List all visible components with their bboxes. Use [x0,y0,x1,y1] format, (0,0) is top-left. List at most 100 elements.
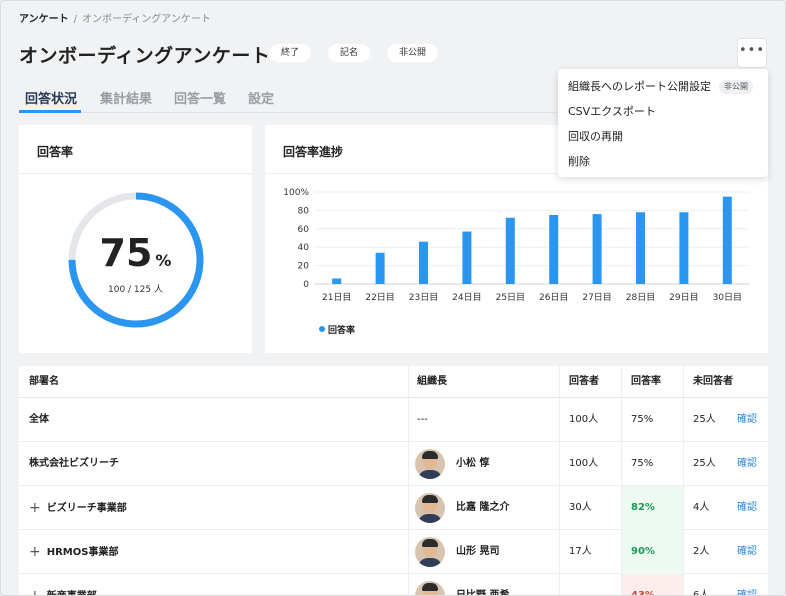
legend-dot [319,326,325,332]
bar [679,212,689,284]
department-name: + HRMOS事業部 [29,530,118,574]
bar [549,215,559,284]
x-tick-label: 23日目 [409,292,438,303]
rate-number: 75 [99,231,153,275]
expand-icon[interactable]: + [29,530,41,574]
active-tab-indicator [19,110,81,113]
y-tick-label: 40 [298,243,310,253]
expand-icon[interactable]: + [29,574,41,595]
leader-name: 山形 晃司 [456,546,500,557]
breadcrumb-current: オンボーディングアンケート [81,14,211,25]
tab-response-list[interactable]: 回答一覧 [174,88,226,107]
menu-item-csv-export[interactable]: CSVエクスポート [568,103,656,119]
x-tick-label: 26日目 [539,292,568,303]
x-tick-label: 28日目 [626,292,655,303]
response-rate: 75% [631,458,654,469]
confirm-link[interactable]: 確認 [737,398,757,442]
department-label: ビズリーチ事業部 [46,503,127,514]
tab-aggregate-results[interactable]: 集計結果 [100,88,152,107]
leader-name: 比嘉 隆之介 [456,502,510,513]
named-badge: 記名 [328,44,371,62]
y-tick-label: 60 [298,225,310,235]
department-label: 新商事業部 [47,591,97,595]
more-options-button[interactable]: ••• [737,38,767,68]
header-response-rate: 回答率 [631,376,661,387]
bar [636,212,645,284]
table-row: + 新商事業部 日比野 亜希 43% 6人 確認 [19,574,768,596]
menu-item-reopen-collection[interactable]: 回収の再開 [568,128,623,144]
department-name: + 新商事業部 [29,574,97,595]
x-tick-label: 27日目 [582,292,611,303]
y-tick-label: 100% [283,188,309,198]
confirm-link[interactable]: 確認 [737,574,757,595]
header-leader: 組織長 [417,376,447,387]
bar [592,214,602,284]
bar [462,231,472,284]
y-tick-label: 80 [298,206,310,216]
rate-unit: % [155,251,172,270]
bar [419,241,428,284]
breadcrumb-separator: / [73,14,77,25]
department-label: 株式会社ビズリーチ [29,458,119,469]
visibility-badge: 非公開 [387,44,439,62]
confirm-link[interactable]: 確認 [737,530,757,574]
unanswered-count: 4人 [693,502,710,513]
y-tick-label: 0 [303,280,309,290]
breadcrumb-root[interactable]: アンケート [19,14,69,25]
x-tick-label: 22日目 [365,292,394,303]
tab-settings[interactable]: 設定 [248,88,274,107]
response-rate: 75% [631,414,654,425]
response-rate-card: 回答率 75% 100 / 125 人 [19,125,252,353]
menu-item-delete[interactable]: 削除 [568,153,590,169]
department-name: 全体 [29,398,49,442]
page-title: オンボーディングアンケート [19,45,271,67]
expand-icon[interactable]: + [29,486,41,530]
header-department: 部署名 [29,376,59,387]
y-tick-label: 20 [298,262,310,272]
department-label: HRMOS事業部 [46,547,119,558]
bar [375,252,385,284]
confirm-link[interactable]: 確認 [737,442,757,486]
respondent-count: 100人 [569,458,599,469]
tab-response-status[interactable]: 回答状況 [25,88,77,107]
legend-label: 回答率 [328,326,356,336]
tab-bar: 回答状況 集計結果 回答一覧 設定 [19,85,559,113]
bar [332,278,342,284]
confirm-link[interactable]: 確認 [737,486,757,530]
response-rate-value: 75% [19,231,252,275]
avatar [415,449,445,479]
breadcrumb: アンケート / オンボーディングアンケート [19,10,211,25]
respondent-count: 30人 [569,502,592,513]
x-tick-label: 25日目 [496,292,525,303]
leader-name: 日比野 亜希 [456,590,510,596]
table-row: + ビズリーチ事業部 比嘉 隆之介 30人 82% 4人 確認 [19,486,768,530]
respondent-count: 100人 [569,414,599,425]
unanswered-count: 2人 [693,546,710,557]
department-table: 部署名 組織長 回答者 回答率 未回答者 全体 --- 100人 75% 25人 確認 株式… [19,366,768,596]
response-rate: 90% [631,546,655,557]
department-label: 全体 [29,414,49,425]
status-badge: 終了 [269,44,312,62]
bar [505,217,515,284]
menu-item-report-publish-settings[interactable]: 組織長へのレポート公開設定 非公開 [568,78,753,94]
app-frame: アンケート / オンボーディングアンケート オンボーディングアンケート 終了 記名 … [0,0,786,596]
avatar [415,493,445,523]
x-tick-label: 30日目 [713,292,742,303]
x-tick-label: 29日目 [669,292,698,303]
leader-name: 小松 惇 [456,458,490,469]
x-tick-label: 21日目 [322,292,351,303]
unanswered-count: 25人 [693,458,716,469]
private-tag: 非公開 [719,80,753,94]
respondent-count: 17人 [569,546,592,557]
response-count: 100 / 125 人 [108,285,163,295]
table-row: 株式会社ビズリーチ 小松 惇 100人 75% 25人 確認 [19,442,768,486]
avatar [415,537,445,567]
department-name: 株式会社ビズリーチ [29,442,119,486]
leader-name: --- [417,414,428,425]
more-options-menu: 組織長へのレポート公開設定 非公開 CSVエクスポート 回収の再開 削除 [558,69,768,177]
department-name: + ビズリーチ事業部 [29,486,127,530]
unanswered-count: 25人 [693,414,716,425]
x-tick-label: 24日目 [452,292,481,303]
header-unanswered: 未回答者 [693,376,733,387]
menu-item-label: 組織長へのレポート公開設定 [568,80,711,93]
